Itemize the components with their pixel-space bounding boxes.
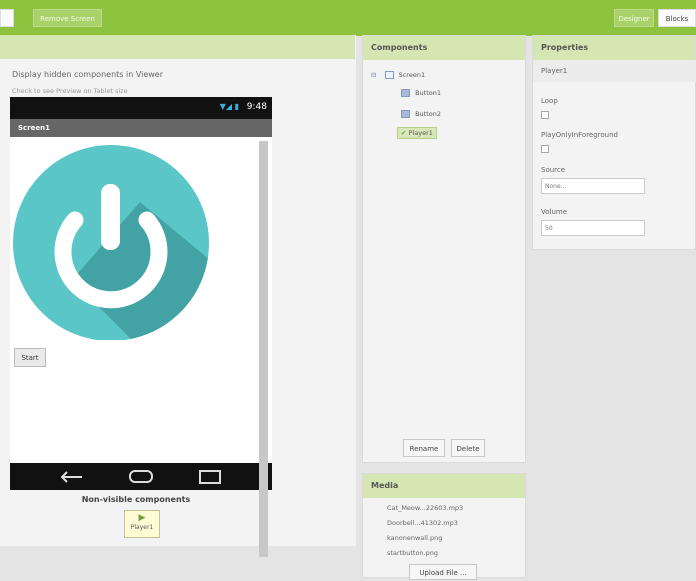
button-icon [401, 89, 410, 97]
play-only-label: PlayOnlyInForeground [541, 131, 618, 139]
tree-item-label: Player1 [408, 129, 433, 137]
source-field[interactable]: None... [541, 178, 645, 194]
volume-field[interactable]: 50 [541, 220, 645, 236]
delete-button[interactable]: Delete [451, 439, 485, 457]
screen-title: Screen1 [10, 119, 272, 137]
properties-title: Properties [533, 36, 695, 60]
tree-item-player1[interactable]: ✔ Player1 [397, 127, 437, 139]
blocks-button[interactable]: Blocks [658, 9, 696, 27]
display-hidden-checkbox[interactable]: Display hidden components in Viewer [12, 70, 163, 79]
properties-panel: Properties Player1 Loop PlayOnlyInForegr… [532, 35, 696, 250]
player-icon: ✔ [401, 129, 407, 137]
nonvisible-player-label: Player1 [130, 524, 154, 531]
back-nav-icon[interactable] [60, 471, 82, 483]
signal-icon: ▼◢ ▮ [219, 102, 239, 111]
player-icon: ▶ [138, 513, 146, 523]
tree-item-label: Button1 [415, 89, 441, 97]
left-toolbar-button[interactable] [0, 9, 14, 27]
media-panel: Media Cat_Meow...22603.mp3 Doorbell...41… [362, 473, 526, 580]
phone-nav-bar [10, 463, 272, 490]
preview-tablet-checkbox[interactable]: Check to see Preview on Tablet size [12, 87, 128, 95]
phone-preview: ▼◢ ▮ 9:48 Screen1 Start [10, 97, 272, 557]
play-only-checkbox[interactable] [541, 145, 549, 153]
media-file[interactable]: kanonenwall.png [387, 534, 442, 542]
loop-checkbox[interactable] [541, 111, 549, 119]
rename-button[interactable]: Rename [403, 439, 445, 457]
phone-status-bar: ▼◢ ▮ 9:48 [10, 97, 272, 119]
recent-apps-icon[interactable] [199, 470, 221, 484]
screen-icon [384, 71, 394, 79]
start-button[interactable]: Start [14, 348, 46, 367]
loop-label: Loop [541, 97, 558, 105]
tree-item-button2[interactable]: Button2 [401, 110, 441, 118]
power-icon[interactable] [12, 142, 210, 341]
designer-button[interactable]: Designer [614, 9, 654, 27]
components-title: Components [363, 36, 525, 60]
status-time: 9:48 [246, 102, 267, 112]
tree-root[interactable]: ⊟ Screen1 [371, 71, 425, 79]
media-file[interactable]: Cat_Meow...22603.mp3 [387, 504, 463, 512]
tree-item-label: Button2 [415, 110, 441, 118]
source-label: Source [541, 166, 566, 174]
viewer-header [0, 35, 355, 59]
media-title: Media [363, 474, 525, 498]
nonvisible-player-item[interactable]: ▶ Player1 [124, 510, 160, 538]
collapse-icon[interactable]: ⊟ [371, 71, 376, 79]
nonvisible-components-label: Non-visible components [81, 495, 191, 504]
media-file[interactable]: Doorbell...41302.mp3 [387, 519, 458, 527]
preview-tablet-label: Check to see Preview on Tablet size [12, 87, 128, 95]
tree-root-label: Screen1 [398, 71, 426, 79]
display-hidden-label: Display hidden components in Viewer [12, 70, 164, 79]
top-toolbar: Remove Screen Designer Blocks [0, 0, 696, 36]
selected-tree-item: ✔ Player1 [397, 127, 437, 139]
home-nav-icon[interactable] [129, 470, 153, 483]
volume-label: Volume [541, 208, 568, 216]
remove-screen-button[interactable]: Remove Screen [33, 9, 102, 27]
selected-component-name: Player1 [533, 60, 696, 82]
tree-item-button1[interactable]: Button1 [401, 89, 441, 97]
media-file[interactable]: startbutton.png [387, 549, 438, 557]
button-icon [401, 110, 410, 118]
components-panel: Components ⊟ Screen1 Button1 Button2 ✔ P… [362, 35, 526, 463]
